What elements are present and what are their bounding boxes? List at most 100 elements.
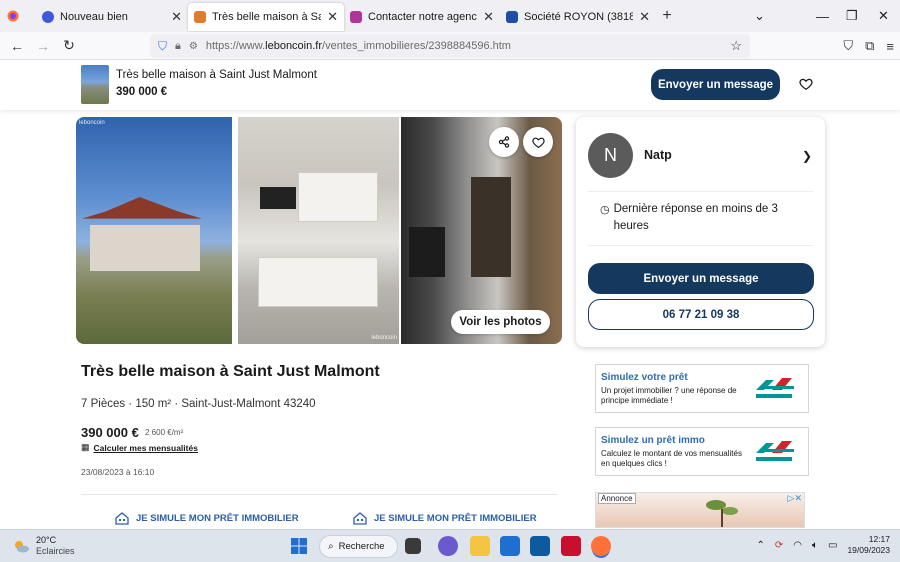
- seller-avatar[interactable]: N: [588, 133, 633, 178]
- pappers-favicon-icon: [506, 11, 518, 23]
- listing-thumbnail[interactable]: [81, 65, 109, 104]
- agency-favicon-icon: [350, 11, 362, 23]
- url-path: /ventes_immobilieres/2398884596.htm: [322, 40, 511, 52]
- weather-widget[interactable]: 20°C Eclaircies: [12, 535, 75, 557]
- browser-tab-bar: Nouveau bien ✕ Très belle maison à Saint…: [0, 0, 900, 32]
- send-message-button[interactable]: Envoyer un message: [588, 263, 814, 294]
- credit-agricole-logo: [756, 378, 794, 398]
- wifi-icon[interactable]: ◠: [793, 540, 802, 551]
- firefox-view-icon[interactable]: [0, 0, 26, 32]
- tab-societe-royon[interactable]: Société ROYON (381845361) : Chiffre ✕: [500, 3, 656, 31]
- house-loan-icon: [115, 512, 129, 525]
- gallery-photo-exterior[interactable]: leboncoin: [76, 117, 232, 344]
- gallery-photo-kitchen[interactable]: leboncoin: [238, 117, 399, 344]
- phone-number-button[interactable]: 06 77 21 09 38: [588, 299, 814, 330]
- volume-icon[interactable]: 🔈︎: [812, 540, 818, 551]
- microsoft-store-icon[interactable]: [500, 536, 520, 556]
- kitchen-cabinet-shape: [298, 172, 378, 222]
- ad-choices-close-icon[interactable]: ▷✕: [788, 493, 802, 504]
- close-tab-icon[interactable]: ✕: [327, 9, 338, 25]
- ad-text: Un projet immobilier ? une réponse de pr…: [601, 386, 737, 405]
- reply-time-info: ◷ Dernière réponse en moins de 3 heures: [600, 201, 790, 235]
- minimize-icon[interactable]: —: [816, 0, 829, 32]
- tracking-shield-icon[interactable]: ⛉: [158, 39, 167, 54]
- wood-stove-shape: [409, 227, 445, 277]
- share-button[interactable]: [489, 127, 519, 157]
- kitchen-cabinet-shape: [258, 257, 378, 307]
- file-explorer-icon[interactable]: [470, 536, 490, 556]
- new-tab-icon[interactable]: +: [656, 7, 678, 25]
- ad-heading: Simulez votre prêt: [601, 372, 688, 383]
- tab-label: Nouveau bien: [60, 11, 128, 23]
- close-window-icon[interactable]: ✕: [878, 0, 889, 32]
- firefox-taskbar-icon[interactable]: [591, 536, 611, 556]
- lock-icon[interactable]: 🔒︎: [175, 40, 181, 53]
- pocket-icon[interactable]: ⛉: [843, 38, 853, 54]
- tab-label: Contacter notre agence immobilière: [368, 11, 477, 23]
- ad-text: Calculez le montant de vos mensualités e…: [601, 449, 742, 468]
- ad-credit-agricole-immo[interactable]: Simulez un prêt immo Calculez le montant…: [595, 427, 809, 476]
- windows-start-icon[interactable]: [289, 536, 309, 556]
- leboncoin-favicon-icon: [194, 11, 206, 23]
- photo-watermark: leboncoin: [79, 120, 105, 126]
- reload-icon[interactable]: ↻: [56, 37, 82, 54]
- listing-title: Très belle maison à Saint Just Malmont: [81, 363, 380, 380]
- tab-contacter-agence[interactable]: Contacter notre agence immobilière ✕: [344, 3, 500, 31]
- ad-banner-image[interactable]: Annonce ▷✕: [595, 492, 805, 528]
- photo-watermark: leboncoin: [371, 335, 397, 341]
- mcafee-icon[interactable]: [561, 536, 581, 556]
- tab-label: Très belle maison à Saint Just Malmont: [212, 11, 322, 23]
- search-icon: ⌕: [328, 541, 334, 552]
- bookmark-star-icon[interactable]: ☆: [730, 38, 742, 54]
- simulate-loan-link[interactable]: JE SIMULE MON PRÊT IMMOBILIER: [114, 509, 299, 527]
- taskbar-search[interactable]: ⌕ Recherche: [319, 535, 398, 558]
- listing-date: 23/08/2023 à 16:10: [81, 467, 155, 477]
- menu-icon[interactable]: ≡: [886, 39, 894, 54]
- close-tab-icon[interactable]: ✕: [639, 9, 650, 25]
- restore-icon[interactable]: ❐: [846, 0, 858, 32]
- close-tab-icon[interactable]: ✕: [483, 9, 494, 25]
- tab-active-listing[interactable]: Très belle maison à Saint Just Malmont ✕: [188, 3, 344, 31]
- heart-icon: [531, 137, 545, 148]
- system-tray: ⌃ ⟳ ◠ 🔈︎ ▭ 12:17 19/09/2023: [756, 534, 890, 556]
- listing-subtitle: 7 Pièces · 150 m² · Saint-Just-Malmont 4…: [81, 398, 316, 410]
- divider: [588, 191, 813, 192]
- seller-name[interactable]: Natp: [644, 148, 672, 162]
- update-sync-icon[interactable]: ⟳: [775, 540, 783, 551]
- divider: [588, 245, 813, 246]
- browser-nav-bar: ← → ↻ ⛉ 🔒︎ ⚙ https://www.leboncoin.fr/ve…: [0, 32, 900, 60]
- url-bar[interactable]: ⛉ 🔒︎ ⚙ https://www.leboncoin.fr/ventes_i…: [150, 34, 750, 58]
- search-label: Recherche: [338, 541, 385, 552]
- range-hood-shape: [260, 187, 296, 209]
- simulate-loan-link[interactable]: JE SIMULE MON PRÊT IMMOBILIER: [352, 509, 537, 527]
- show-hidden-icons-icon[interactable]: ⌃: [756, 540, 764, 551]
- dell-icon[interactable]: [530, 536, 550, 556]
- ad-credit-agricole-pret[interactable]: Simulez votre prêt Un projet immobilier …: [595, 364, 809, 413]
- send-message-button[interactable]: Envoyer un message: [651, 69, 780, 100]
- taskbar-clock[interactable]: 12:17 19/09/2023: [847, 534, 890, 556]
- chevron-right-icon[interactable]: ❯: [802, 149, 812, 163]
- favorite-heart-icon[interactable]: [799, 77, 813, 91]
- site-favicon-icon: [42, 11, 54, 23]
- list-all-tabs-icon[interactable]: ⌄: [754, 0, 765, 32]
- teams-chat-icon[interactable]: [438, 536, 458, 556]
- back-arrow-icon[interactable]: ←: [4, 38, 30, 54]
- clock-icon: ◷: [600, 204, 610, 216]
- task-view-icon[interactable]: [405, 538, 421, 554]
- close-tab-icon[interactable]: ✕: [171, 9, 182, 25]
- plant-illustration: [706, 500, 738, 527]
- favorite-button[interactable]: [523, 127, 553, 157]
- doorway-shape: [471, 177, 511, 277]
- weather-temperature: 20°C: [36, 535, 57, 545]
- see-photos-button[interactable]: Voir les photos: [451, 310, 550, 334]
- forward-arrow-icon[interactable]: →: [30, 38, 56, 54]
- extensions-icon[interactable]: ⧉: [865, 38, 874, 54]
- permissions-icon[interactable]: ⚙: [189, 41, 198, 52]
- seller-card: N Natp ❯ ◷ Dernière réponse en moins de …: [576, 117, 825, 347]
- url-host: leboncoin.fr: [265, 40, 323, 52]
- tab-nouveau-bien[interactable]: Nouveau bien ✕: [36, 3, 188, 31]
- battery-icon[interactable]: ▭: [828, 540, 837, 551]
- sticky-listing-header: Très belle maison à Saint Just Malmont 3…: [0, 60, 900, 110]
- calculate-payments-link[interactable]: ▦ Calculer mes mensualités: [81, 442, 198, 453]
- calculator-icon: ▦: [81, 442, 90, 452]
